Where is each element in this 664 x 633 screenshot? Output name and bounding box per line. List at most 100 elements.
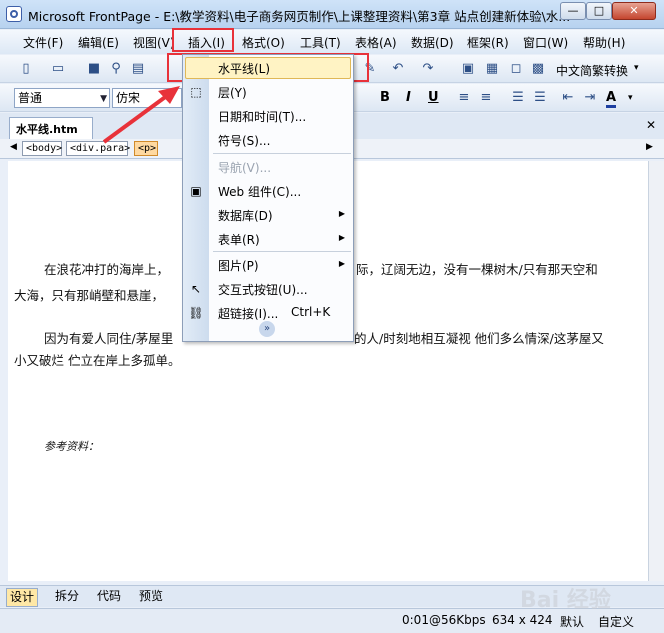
- font-color-button[interactable]: A: [606, 90, 617, 108]
- hyperlink-icon: ⛓: [188, 306, 204, 320]
- paragraph-line: 大海，只有那峭壁和悬崖，: [14, 288, 165, 303]
- menu-tools[interactable]: 工具(T): [300, 34, 341, 51]
- tag-p[interactable]: <p>: [134, 141, 158, 156]
- web-component-icon: ▣: [190, 184, 202, 198]
- page-size: 634 x 424: [492, 613, 553, 627]
- align-left-icon[interactable]: ≡: [456, 90, 472, 106]
- layer-icon: ⬚: [190, 85, 202, 99]
- menu-format[interactable]: 格式(O): [242, 34, 285, 51]
- expand-menu-icon[interactable]: »: [259, 321, 275, 337]
- align-center-icon[interactable]: ≡: [478, 90, 494, 106]
- menu-item-layer[interactable]: ⬚ 层(Y): [183, 80, 353, 104]
- numbered-list-icon[interactable]: ☰: [510, 90, 526, 106]
- paragraph-line: 在浪花冲打的海岸上，: [44, 262, 170, 277]
- insert-layer-icon[interactable]: ◻: [508, 61, 524, 77]
- frontpage-app-icon: [6, 6, 22, 22]
- italic-button[interactable]: I: [406, 90, 411, 105]
- menu-separator: [213, 251, 351, 252]
- bold-button[interactable]: B: [380, 90, 390, 105]
- menu-table[interactable]: 表格(A): [355, 34, 397, 51]
- font-combo[interactable]: 仿宋: [112, 88, 182, 108]
- menu-item-label: 数据库(D): [218, 209, 273, 223]
- insert-menu-highlight-box: [172, 28, 234, 52]
- watermark: Bai 经验: [520, 588, 611, 613]
- decrease-indent-icon[interactable]: ⇤: [560, 90, 576, 106]
- menu-item-label: 表单(R): [218, 233, 260, 247]
- undo-icon[interactable]: ↶: [390, 61, 406, 77]
- style-combo[interactable]: 普通 ▼: [14, 88, 110, 108]
- insert-picture-icon[interactable]: ▩: [530, 61, 546, 77]
- close-button[interactable]: ✕: [612, 2, 656, 20]
- tag-body[interactable]: <body>: [22, 141, 62, 156]
- menu-item-date-time[interactable]: 日期和时间(T)...: [183, 104, 353, 128]
- download-speed: 0:01@56Kbps: [402, 613, 486, 627]
- shortcut-label: Ctrl+K: [291, 305, 331, 319]
- menu-item-web-component[interactable]: ▣ Web 组件(C)...: [183, 179, 353, 203]
- menu-item-interactive-button[interactable]: ↖ 交互式按钮(U)...: [183, 277, 353, 301]
- increase-indent-icon[interactable]: ⇥: [582, 90, 598, 106]
- open-folder-icon[interactable]: ▭: [50, 61, 66, 77]
- tab-preview[interactable]: 预览: [136, 588, 166, 605]
- bulleted-list-icon[interactable]: ☰: [532, 90, 548, 106]
- underline-button[interactable]: U: [428, 90, 439, 105]
- tab-code[interactable]: 代码: [94, 588, 124, 605]
- submenu-arrow-icon: ▶: [338, 259, 345, 268]
- menu-item-picture[interactable]: 图片(P) ▶: [183, 253, 353, 277]
- menu-item-label: 图片(P): [218, 259, 259, 273]
- menu-item-navigation: 导航(V)...: [183, 155, 353, 179]
- menu-data[interactable]: 数据(D): [411, 34, 454, 51]
- window-title: Microsoft FrontPage - E:\教学资料\电子商务网页制作\上…: [28, 9, 571, 24]
- tab-split[interactable]: 拆分: [52, 588, 82, 605]
- save-icon[interactable]: ■: [86, 61, 102, 77]
- menu-item-label: 日期和时间(T)...: [218, 110, 307, 124]
- menu-item-label: 超链接(I)...: [218, 307, 279, 321]
- new-page-icon[interactable]: ▯: [18, 61, 34, 77]
- title-bar: Microsoft FrontPage - E:\教学资料\电子商务网页制作\上…: [0, 0, 664, 29]
- menu-item-label: 符号(S)...: [218, 134, 271, 148]
- menu-view[interactable]: 视图(V): [133, 34, 175, 51]
- menu-window[interactable]: 窗口(W): [523, 34, 568, 51]
- tag-scroll-right-icon[interactable]: ▶: [646, 142, 653, 152]
- chevron-down-icon[interactable]: ▾: [634, 63, 639, 73]
- close-document-icon[interactable]: ✕: [646, 118, 656, 132]
- paragraph-line: 小又破烂 伫立在岸上多孤单。: [14, 353, 181, 368]
- style-combo-value: 普通: [18, 91, 43, 105]
- menu-item-label: 交互式按钮(U)...: [218, 283, 308, 297]
- default-mode: 默认: [560, 615, 585, 629]
- menu-item-form[interactable]: 表单(R) ▶: [183, 227, 353, 251]
- tag-scroll-left-icon[interactable]: ◀: [10, 142, 17, 152]
- print-icon[interactable]: ▤: [130, 61, 146, 77]
- chevron-down-icon[interactable]: ▾: [628, 93, 633, 103]
- paragraph-line: 际，辽阔无边，没有一棵树木/只有那天空和: [356, 262, 598, 277]
- paragraph-line: 因为有爱人同住/茅屋里: [44, 331, 174, 346]
- menu-help[interactable]: 帮助(H): [583, 34, 625, 51]
- document-tab[interactable]: 水平线.htm: [9, 117, 93, 139]
- submenu-arrow-icon: ▶: [338, 233, 345, 242]
- submenu-arrow-icon: ▶: [338, 209, 345, 218]
- menu-item-label: 层(Y): [218, 86, 247, 100]
- tab-design[interactable]: 设计: [6, 588, 39, 607]
- find-icon[interactable]: ⚲: [108, 61, 124, 77]
- menu-frames[interactable]: 框架(R): [467, 34, 509, 51]
- menu-item-symbol[interactable]: 符号(S)...: [183, 128, 353, 152]
- tag-div-para[interactable]: <div.para>: [66, 141, 130, 156]
- menu-separator: [213, 153, 351, 154]
- paragraph-line: 的人/时刻地相互凝视 他们多么情深/这茅屋又: [354, 331, 604, 346]
- minimize-button[interactable]: —: [560, 2, 586, 20]
- menu-item-database[interactable]: 数据库(D) ▶: [183, 203, 353, 227]
- vertical-scrollbar[interactable]: [648, 161, 664, 581]
- menu-edit[interactable]: 编辑(E): [78, 34, 119, 51]
- chevron-down-icon: ▼: [100, 94, 107, 104]
- menu-item-label: Web 组件(C)...: [218, 185, 302, 199]
- menu-item-label: 水平线(L): [218, 62, 271, 76]
- menu-item-horizontal-line[interactable]: 水平线(L): [183, 56, 353, 80]
- maximize-button[interactable]: □: [586, 2, 612, 20]
- insert-web-component-icon[interactable]: ▣: [460, 61, 476, 77]
- chinese-conversion-button[interactable]: 中文简繁转换: [556, 62, 628, 79]
- interactive-button-icon: ↖: [190, 282, 202, 296]
- insert-table-icon[interactable]: ▦: [484, 61, 500, 77]
- menu-bar: 文件(F) 编辑(E) 视图(V) 插入(I) 格式(O) 工具(T) 表格(A…: [0, 28, 664, 54]
- redo-icon[interactable]: ↷: [420, 61, 436, 77]
- reference-heading: 参考资料：: [44, 440, 99, 453]
- menu-file[interactable]: 文件(F): [23, 34, 63, 51]
